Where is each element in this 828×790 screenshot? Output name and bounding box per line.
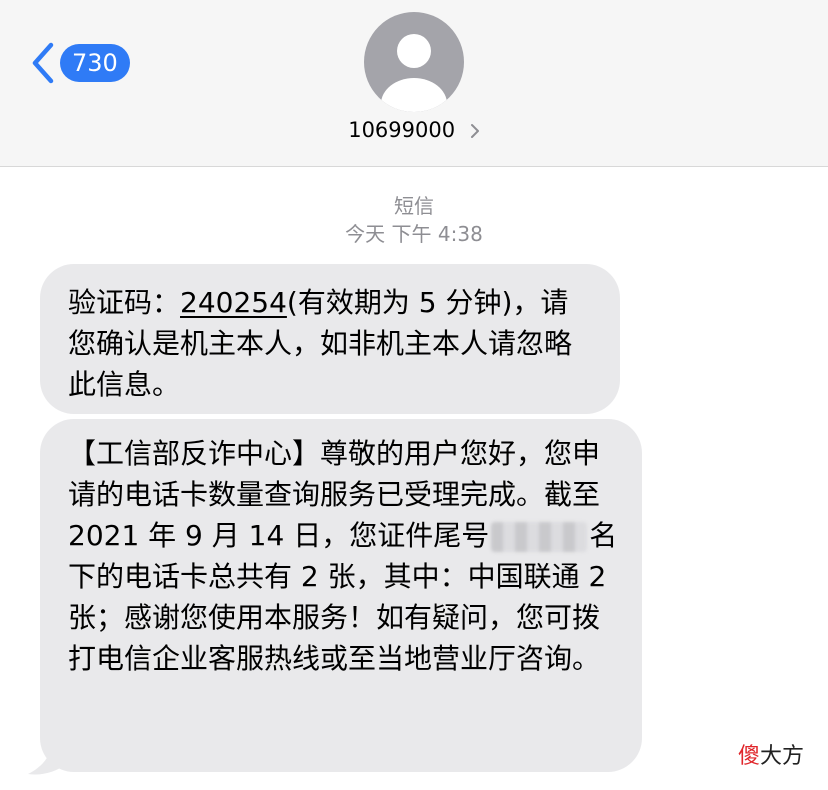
timestamp-day: 今天 [345,222,386,246]
bubble-tail [28,740,66,775]
watermark-accent: 傻 [738,744,761,769]
contact-name: 10699000 [348,118,456,142]
message-text: 验证码： [68,286,181,319]
chevron-right-icon [470,124,479,138]
conversation-header: 730 10699000 [0,0,828,167]
watermark: 傻大方 [738,738,804,770]
thread-meta: 短信 今天 下午 4:38 [0,192,828,248]
timestamp: 今天 下午 4:38 [0,220,828,248]
verification-code-link[interactable]: 240254 [180,286,287,319]
contact-name-button[interactable]: 10699000 [0,118,828,142]
chevron-left-icon [32,42,54,84]
unread-count-badge: 730 [60,44,130,82]
service-label: 短信 [394,194,434,218]
watermark-text: 大方 [760,744,805,769]
redacted-id-digits [491,522,588,552]
message-bubble[interactable]: 验证码：240254(有效期为 5 分钟)，请您确认是机主本人，如非机主本人请忽… [40,264,620,414]
timestamp-time: 下午 4:38 [391,222,483,246]
contact-avatar-icon[interactable] [364,12,464,112]
back-button[interactable]: 730 [30,42,130,84]
message-bubble[interactable]: 【工信部反诈中心】尊敬的用户您好，您申请的电话卡数量查询服务已受理完成。截至 2… [40,419,642,772]
